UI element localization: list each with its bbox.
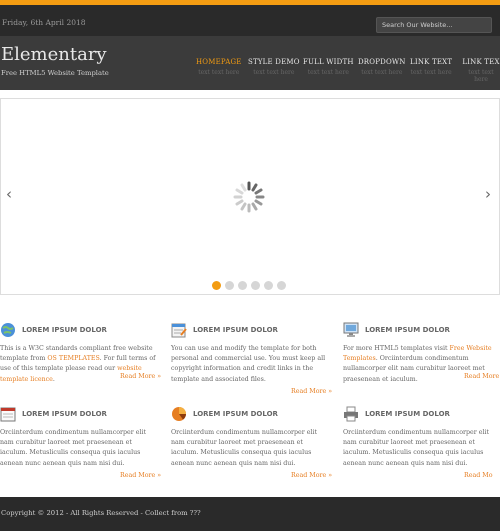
nav-item-link-text[interactable]: LINK TEXT text text here bbox=[410, 58, 452, 76]
globe-icon bbox=[0, 322, 16, 338]
block-text: Orciinterdum condimentum nullamcorper el… bbox=[0, 429, 147, 467]
top-bar: Friday, 6th April 2018 Search Our Websit… bbox=[0, 5, 500, 36]
slider-prev-arrow[interactable]: ‹ bbox=[6, 185, 12, 203]
current-date: Friday, 6th April 2018 bbox=[2, 18, 86, 27]
nav-sublabel: text text here bbox=[361, 69, 403, 76]
nav-label: LINK TEXT bbox=[410, 58, 453, 66]
copyright-text: Copyright © 2012 - All Rights Reserved -… bbox=[1, 509, 201, 517]
pie-chart-icon bbox=[171, 406, 187, 422]
block-text: Orciinterdum condimentum nullamcorper el… bbox=[343, 429, 490, 467]
read-more-link[interactable]: Read More bbox=[464, 373, 499, 380]
read-more-link[interactable]: Read More » bbox=[120, 373, 161, 380]
nav-item-style-demo[interactable]: STYLE DEMO text text here bbox=[248, 58, 300, 76]
nav-sublabel: text text here bbox=[468, 69, 494, 83]
nav-item-homepage[interactable]: HOMEPAGE text text here bbox=[196, 58, 242, 76]
nav-label: DROPDOWN bbox=[358, 58, 406, 66]
nav-label: STYLE DEMO bbox=[248, 58, 300, 66]
slider-next-arrow[interactable]: › bbox=[485, 185, 491, 203]
nav-sublabel: text text here bbox=[307, 69, 349, 76]
slider-dot[interactable] bbox=[212, 281, 221, 290]
read-more-link[interactable]: Read More » bbox=[291, 472, 332, 479]
site-header: Elementary Free HTML5 Website Template H… bbox=[0, 36, 500, 90]
read-more-link[interactable]: Read Mo bbox=[464, 472, 493, 479]
block-title: LOREM IPSUM DOLOR bbox=[365, 326, 450, 334]
os-templates-link[interactable]: OS TEMPLATES bbox=[47, 355, 99, 362]
block-title: LOREM IPSUM DOLOR bbox=[22, 410, 107, 418]
image-slider: ‹ › bbox=[0, 98, 500, 295]
nav-sublabel: text text here bbox=[253, 69, 295, 76]
site-logo[interactable]: Elementary bbox=[1, 44, 107, 65]
nav-item-link-text-2[interactable]: LINK TEX text text here bbox=[462, 58, 500, 83]
nav-label: HOMEPAGE bbox=[196, 58, 242, 66]
block-title: LOREM IPSUM DOLOR bbox=[193, 410, 278, 418]
nav-label: FULL WIDTH bbox=[303, 58, 354, 66]
read-more-link[interactable]: Read More » bbox=[120, 472, 161, 479]
site-footer: Copyright © 2012 - All Rights Reserved -… bbox=[0, 497, 500, 531]
monitor-icon bbox=[343, 322, 359, 338]
nav-item-dropdown[interactable]: DROPDOWN text text here bbox=[358, 58, 406, 76]
edit-document-icon bbox=[171, 322, 187, 338]
nav-label: LINK TEX bbox=[462, 58, 500, 66]
block-title: LOREM IPSUM DOLOR bbox=[193, 326, 278, 334]
block-text: You can use and modify the template for … bbox=[171, 345, 326, 383]
slider-dot[interactable] bbox=[238, 281, 247, 290]
site-tagline: Free HTML5 Website Template bbox=[1, 69, 109, 77]
slider-dot[interactable] bbox=[277, 281, 286, 290]
nav-item-full-width[interactable]: FULL WIDTH text text here bbox=[303, 58, 354, 76]
printer-icon bbox=[343, 406, 359, 422]
slider-dot[interactable] bbox=[251, 281, 260, 290]
read-more-link[interactable]: Read More » bbox=[291, 388, 332, 395]
calendar-icon bbox=[0, 406, 16, 422]
nav-sublabel: text text here bbox=[198, 69, 240, 76]
block-text: Orciinterdum condimentum nullamcorper el… bbox=[171, 429, 318, 467]
block-title: LOREM IPSUM DOLOR bbox=[365, 410, 450, 418]
slider-pagination bbox=[212, 281, 286, 290]
search-input[interactable]: Search Our Website... bbox=[376, 17, 492, 33]
slider-dot[interactable] bbox=[264, 281, 273, 290]
slider-dot[interactable] bbox=[225, 281, 234, 290]
loading-spinner-icon bbox=[231, 179, 267, 215]
block-title: LOREM IPSUM DOLOR bbox=[22, 326, 107, 334]
nav-sublabel: text text here bbox=[410, 69, 452, 76]
